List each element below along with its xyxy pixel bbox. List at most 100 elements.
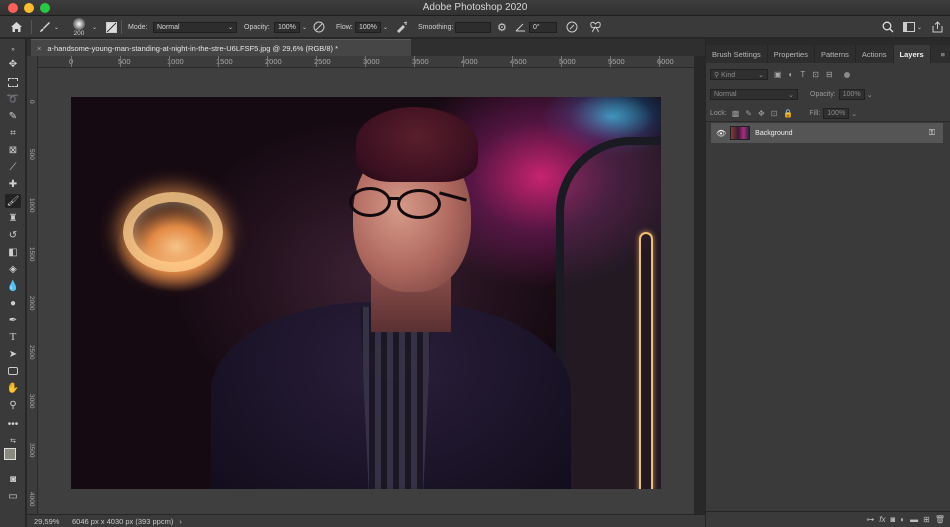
link-layers-icon[interactable]: ⊶ [866,515,874,524]
blur-tool[interactable]: 💧 [5,279,21,293]
mode-value: Normal [157,23,180,31]
adjustment-layer-icon[interactable]: ◐ [900,515,905,524]
filter-icons[interactable]: ▣◐T⊡⊟ [774,70,840,79]
eye-icon[interactable]: 👁 [716,129,726,138]
hand-icon: ✋ [6,382,20,394]
status-info-arrow[interactable]: › [179,517,182,526]
frame-icon: ⊠ [8,144,18,156]
history-brush-tool[interactable]: ↺ [5,228,21,242]
pen-tool[interactable]: ✒ [5,313,21,327]
zoom-tool[interactable]: ⚲ [5,398,21,412]
type-tool[interactable]: T [5,330,21,344]
mode-select[interactable]: Normal ⌄ [153,21,237,33]
brush-tool[interactable]: 🖌 [5,194,21,208]
layer-name[interactable]: Background [755,130,792,137]
brush-size-picker[interactable]: 200 [73,16,85,38]
pressure-opacity-toggle[interactable] [313,16,325,38]
eyedropper-icon: ⟋ [9,161,17,173]
glasses-left-lens [349,187,391,217]
close-tab-icon[interactable]: × [37,44,41,53]
frame-tool[interactable]: ⊠ [5,143,21,157]
chevron-down-icon[interactable]: ⌄ [867,91,873,99]
move-tool[interactable]: ✥ [5,57,21,71]
path-selection-tool[interactable]: ➤ [5,347,21,361]
document-image[interactable] [71,97,661,489]
layer-row-background[interactable]: 👁 Background ⚿ [711,123,943,143]
fill-input[interactable]: 100% [823,108,850,119]
search-icon [882,21,894,33]
hand-tool[interactable]: ✋ [5,381,21,395]
panel-menu-icon[interactable]: ≡ [935,45,950,63]
filter-toggle-icon[interactable] [843,71,850,78]
tab-actions[interactable]: Actions [856,45,894,63]
blur-icon: 💧 [6,280,20,292]
workspace-switcher[interactable]: ⌄ [903,16,922,38]
new-group-icon[interactable]: ▬ [910,515,918,524]
edit-toolbar-button[interactable]: ••• [5,417,21,431]
chevron-down-icon[interactable]: ⌄ [302,24,307,31]
canvas-area[interactable] [38,68,694,514]
new-layer-icon[interactable]: ⊞ [923,515,930,524]
quick-selection-tool[interactable]: ✎ [5,109,21,123]
brush-preset-picker[interactable]: ⌄ [39,16,59,38]
layer-kind-filter[interactable]: ⚲ Kind ⌄ [710,69,768,80]
lock-options[interactable]: ▩✎✥⊡ [732,109,784,118]
crop-icon: ⌗ [10,127,16,139]
brush-angle-input[interactable]: 0° [529,21,557,33]
document-tab[interactable]: × a-handsome-young-man-standing-at-night… [31,39,411,56]
default-colors-button[interactable]: ⇆ [5,434,21,448]
eraser-icon: ◧ [8,246,18,258]
symmetry-button[interactable] [589,16,602,38]
layer-style-icon[interactable]: fx [879,515,885,524]
paint-bucket-tool[interactable]: ◈ [5,262,21,276]
gear-icon: ⚙ [497,21,507,34]
healing-brush-tool[interactable]: ✚ [5,177,21,191]
tab-patterns[interactable]: Patterns [815,45,856,63]
layer-opacity-label: Opacity: [810,91,836,98]
neon-tube-shape [639,232,653,489]
tab-properties[interactable]: Properties [768,45,815,63]
brush-settings-toggle[interactable] [106,16,117,38]
chevron-down-icon[interactable]: ⌄ [383,24,388,31]
clone-stamp-tool[interactable]: ♜ [5,211,21,225]
share-button[interactable] [932,16,943,38]
fill-label: Fill: [809,110,821,117]
tab-layers[interactable]: Layers [893,45,931,63]
ruler-tick [71,56,72,67]
zoom-level[interactable]: 29,59% [34,517,66,526]
blend-mode-select[interactable]: Normal ⌄ [710,89,798,100]
home-button[interactable] [10,16,23,38]
quick-mask-button[interactable]: ◙ [5,472,21,486]
opacity-input[interactable]: 100% [274,21,300,33]
chevron-down-icon[interactable]: ⌄ [851,110,857,118]
brush-icon [40,22,50,32]
add-mask-icon[interactable]: ◙ [890,515,895,524]
ruler-tick-label: 2000 [28,296,35,311]
foreground-color-swatch[interactable] [4,448,16,460]
toolbar-collapse-icon[interactable]: » [5,43,21,57]
flow-input[interactable]: 100% [355,21,381,33]
chevron-down-icon: ⌄ [758,71,764,79]
crop-tool[interactable]: ⌗ [5,126,21,140]
rectangle-icon [8,367,18,375]
marquee-tool[interactable] [5,75,21,89]
ruler-tick-label: 2500 [28,345,35,360]
airbrush-toggle[interactable] [395,16,408,38]
smoothing-settings-button[interactable]: ⚙ [497,16,507,38]
tools-panel: » ✥ ➰ ✎ ⌗ ⊠ ⟋ ✚ 🖌 ♜ ↺ ◧ ◈ 💧 ● ✒ T ➤ ✋ ⚲ … [0,39,26,527]
layer-opacity-input[interactable]: 100% [838,89,865,100]
eraser-tool[interactable]: ◧ [5,245,21,259]
smoothing-input[interactable] [455,21,491,33]
mode-label: Mode: [128,23,148,31]
pressure-size-toggle[interactable] [566,16,578,38]
lasso-tool[interactable]: ➰ [5,92,21,106]
screen-mode-button[interactable]: ▭ [5,489,21,503]
eyedropper-tool[interactable]: ⟋ [5,160,21,174]
dodge-tool[interactable]: ● [5,296,21,310]
rectangle-tool[interactable] [5,364,21,378]
lock-icon[interactable]: 🔒 [783,109,793,118]
flow-label: Flow: [336,23,353,31]
search-button[interactable] [882,16,894,38]
delete-layer-icon[interactable]: 🗑 [935,515,945,524]
tab-brush-settings[interactable]: Brush Settings [706,45,768,63]
